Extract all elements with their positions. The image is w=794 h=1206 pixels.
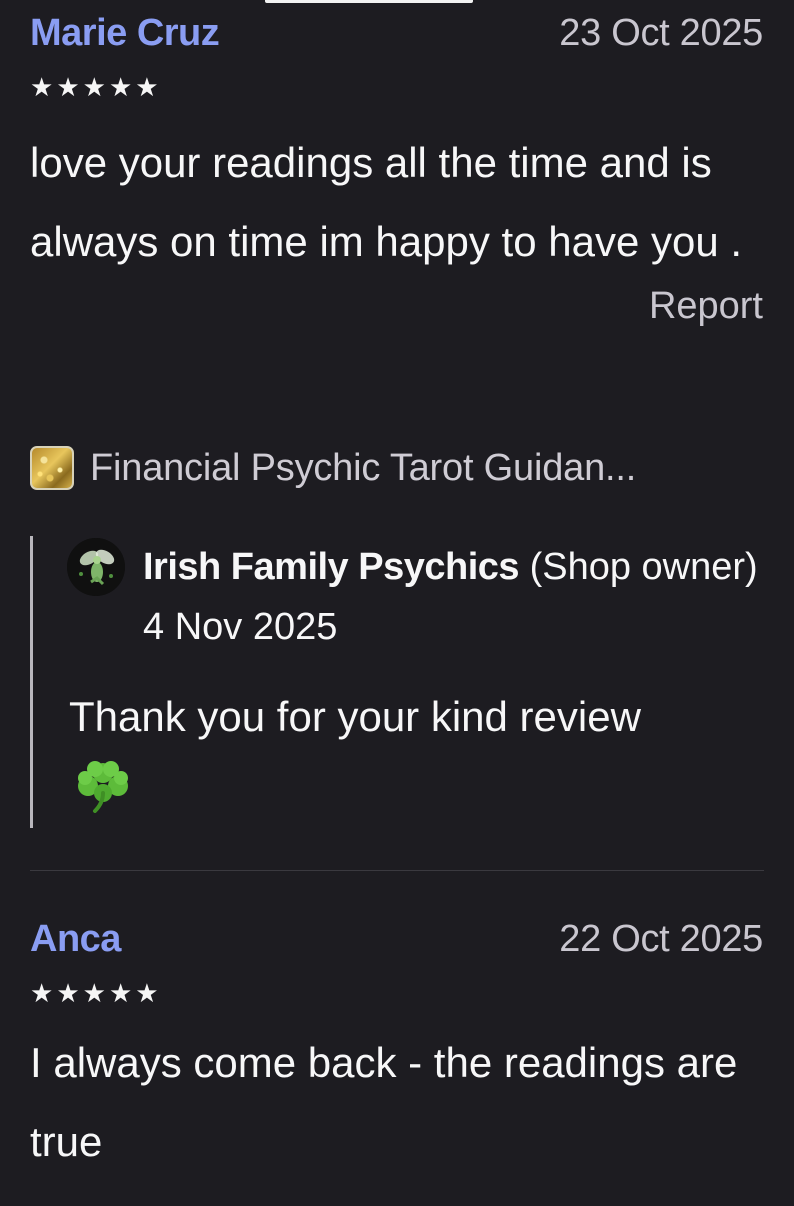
reviewer-name[interactable]: Anca bbox=[30, 918, 121, 961]
listing-thumbnail bbox=[30, 446, 74, 490]
listing-title: Financial Psychic Tarot Guidan... bbox=[90, 446, 637, 489]
star-icon: ★ bbox=[108, 73, 133, 103]
star-icon: ★ bbox=[82, 979, 106, 1009]
star-icon: ★ bbox=[135, 979, 159, 1009]
review-date: 23 Oct 2025 bbox=[559, 12, 763, 54]
shamrock-icon bbox=[75, 758, 131, 828]
star-icon: ★ bbox=[108, 979, 133, 1009]
star-icon: ★ bbox=[30, 73, 54, 103]
shop-owner-reply: Irish Family Psychics (Shop owner) 4 Nov… bbox=[30, 536, 794, 828]
review-card: Marie Cruz 23 Oct 2025 ★ ★ ★ ★ ★ love yo… bbox=[30, 12, 763, 328]
shop-name-link[interactable]: Irish Family Psychics bbox=[143, 546, 520, 588]
review-card: Anca 22 Oct 2025 ★ ★ ★ ★ ★ I always come… bbox=[30, 918, 763, 1181]
shop-owner-role: (Shop owner) bbox=[519, 546, 758, 588]
star-icon: ★ bbox=[30, 979, 54, 1009]
review-header: Marie Cruz 23 Oct 2025 bbox=[30, 12, 763, 68]
reply-date: 4 Nov 2025 bbox=[143, 606, 338, 648]
star-icon: ★ bbox=[135, 73, 159, 103]
star-rating: ★ ★ ★ ★ ★ bbox=[30, 979, 763, 1009]
star-icon: ★ bbox=[82, 73, 106, 103]
review-header: Anca 22 Oct 2025 bbox=[30, 918, 763, 974]
reviewer-name[interactable]: Marie Cruz bbox=[30, 12, 220, 55]
star-icon: ★ bbox=[56, 979, 80, 1009]
review-text: I always come back - the readings are tr… bbox=[30, 1039, 738, 1165]
review-date: 22 Oct 2025 bbox=[559, 918, 763, 960]
reply-text-block: Thank you for your kind review bbox=[69, 676, 689, 828]
fairy-logo-icon bbox=[67, 538, 125, 596]
shop-avatar[interactable] bbox=[67, 538, 125, 596]
review-text: love your readings all the time and is a… bbox=[30, 139, 743, 265]
star-icon: ★ bbox=[56, 73, 80, 103]
purchased-listing-link[interactable]: Financial Psychic Tarot Guidan... bbox=[30, 446, 636, 490]
reply-text: Thank you for your kind review bbox=[69, 693, 641, 740]
review-divider bbox=[30, 870, 764, 871]
star-rating: ★ ★ ★ ★ ★ bbox=[30, 73, 763, 103]
report-row: Report bbox=[30, 285, 763, 328]
top-scroll-indicator bbox=[265, 0, 473, 3]
report-button[interactable]: Report bbox=[649, 285, 763, 327]
reply-author-line: Irish Family Psychics (Shop owner) bbox=[143, 546, 758, 589]
